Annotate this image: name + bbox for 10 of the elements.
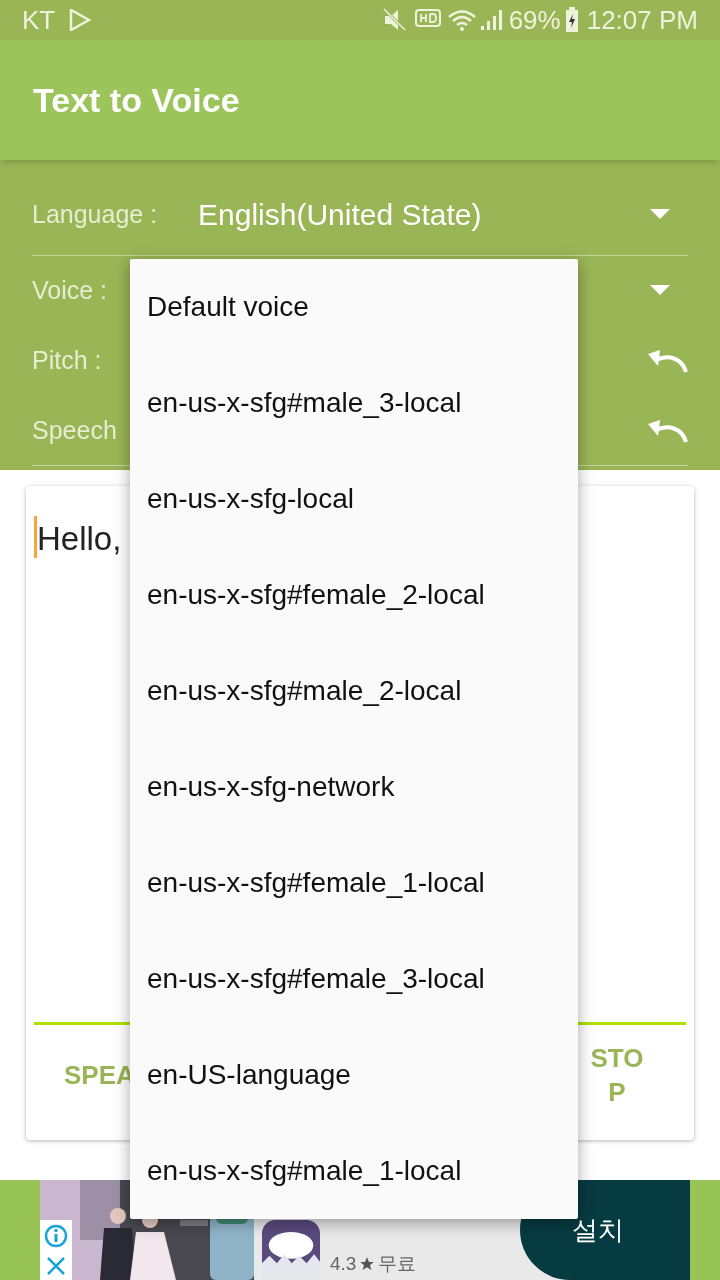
setting-label: Language : xyxy=(32,198,159,230)
rating-value: 4.3 xyxy=(330,1251,357,1276)
setting-label: Speech xyxy=(32,414,118,446)
app-title: Text to Voice xyxy=(33,79,240,121)
input-text: Hello, xyxy=(37,519,122,559)
battery-percent: 69% xyxy=(508,3,561,37)
carrier-label: KT xyxy=(22,3,56,37)
setting-label: Pitch : xyxy=(32,345,103,377)
price-label: 무료 xyxy=(378,1251,417,1276)
clock: 12:07 PM xyxy=(586,3,698,37)
